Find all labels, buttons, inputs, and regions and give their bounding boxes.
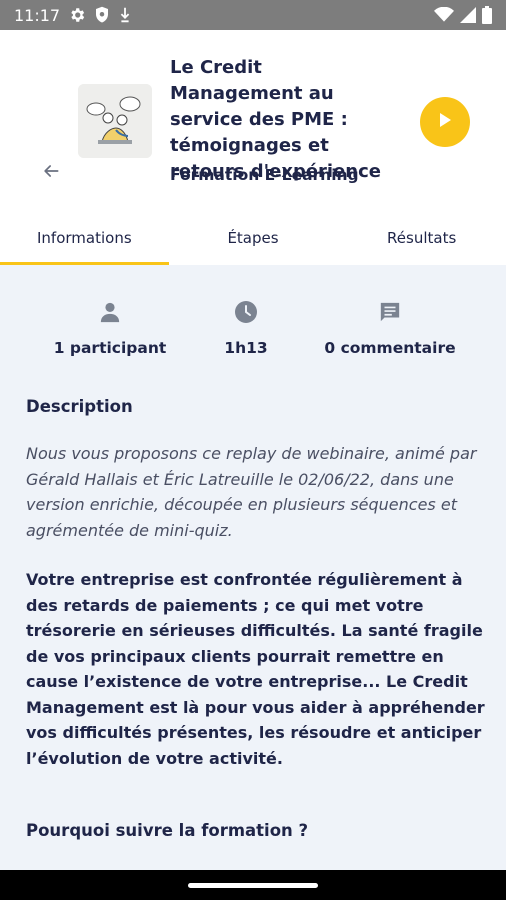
status-bar: 11:17 [0,0,506,30]
download-icon [118,6,132,24]
back-button[interactable] [38,160,64,186]
person-icon [99,299,121,325]
shield-icon [94,6,110,24]
duration-value: 1h13 [224,339,268,357]
description-body: Votre entreprise est confrontée régulièr… [26,570,485,768]
home-indicator[interactable] [188,883,318,888]
system-nav-bar [0,870,506,900]
wifi-icon [434,7,454,23]
comments-count: 0 commentaire [324,339,456,357]
settings-icon [68,6,86,24]
tab-label: Étapes [227,228,279,247]
play-icon [437,111,453,133]
tab-etapes[interactable]: Étapes [169,210,338,265]
course-thumbnail [78,84,152,158]
description-intro: Nous vous proposons ce replay de webinai… [26,444,477,540]
play-button[interactable] [420,97,470,147]
signal-icon [460,7,476,23]
course-header: Le Credit Management au service des PME … [0,30,506,210]
why-title: Pourquoi suivre la formation ? [26,821,309,840]
tab-resultats[interactable]: Résultats [337,210,506,265]
clock-icon [234,299,258,325]
tab-bar: Informations Étapes Résultats [0,210,506,265]
arrow-left-icon [41,161,61,185]
tab-informations[interactable]: Informations [0,210,169,265]
course-stats: 1 participant 1h13 0 commentaire [0,299,506,359]
course-type: Formation E-Learning [170,166,359,184]
info-content[interactable]: 1 participant 1h13 0 commentaire Descrip… [0,265,506,870]
description-title: Description [26,397,133,416]
comment-icon [379,299,401,325]
battery-icon [482,6,492,24]
status-time: 11:17 [14,5,61,25]
comments-stat: 0 commentaire [305,299,475,357]
tab-label: Informations [37,228,132,247]
participants-count: 1 participant [53,339,167,357]
tab-label: Résultats [387,228,457,247]
